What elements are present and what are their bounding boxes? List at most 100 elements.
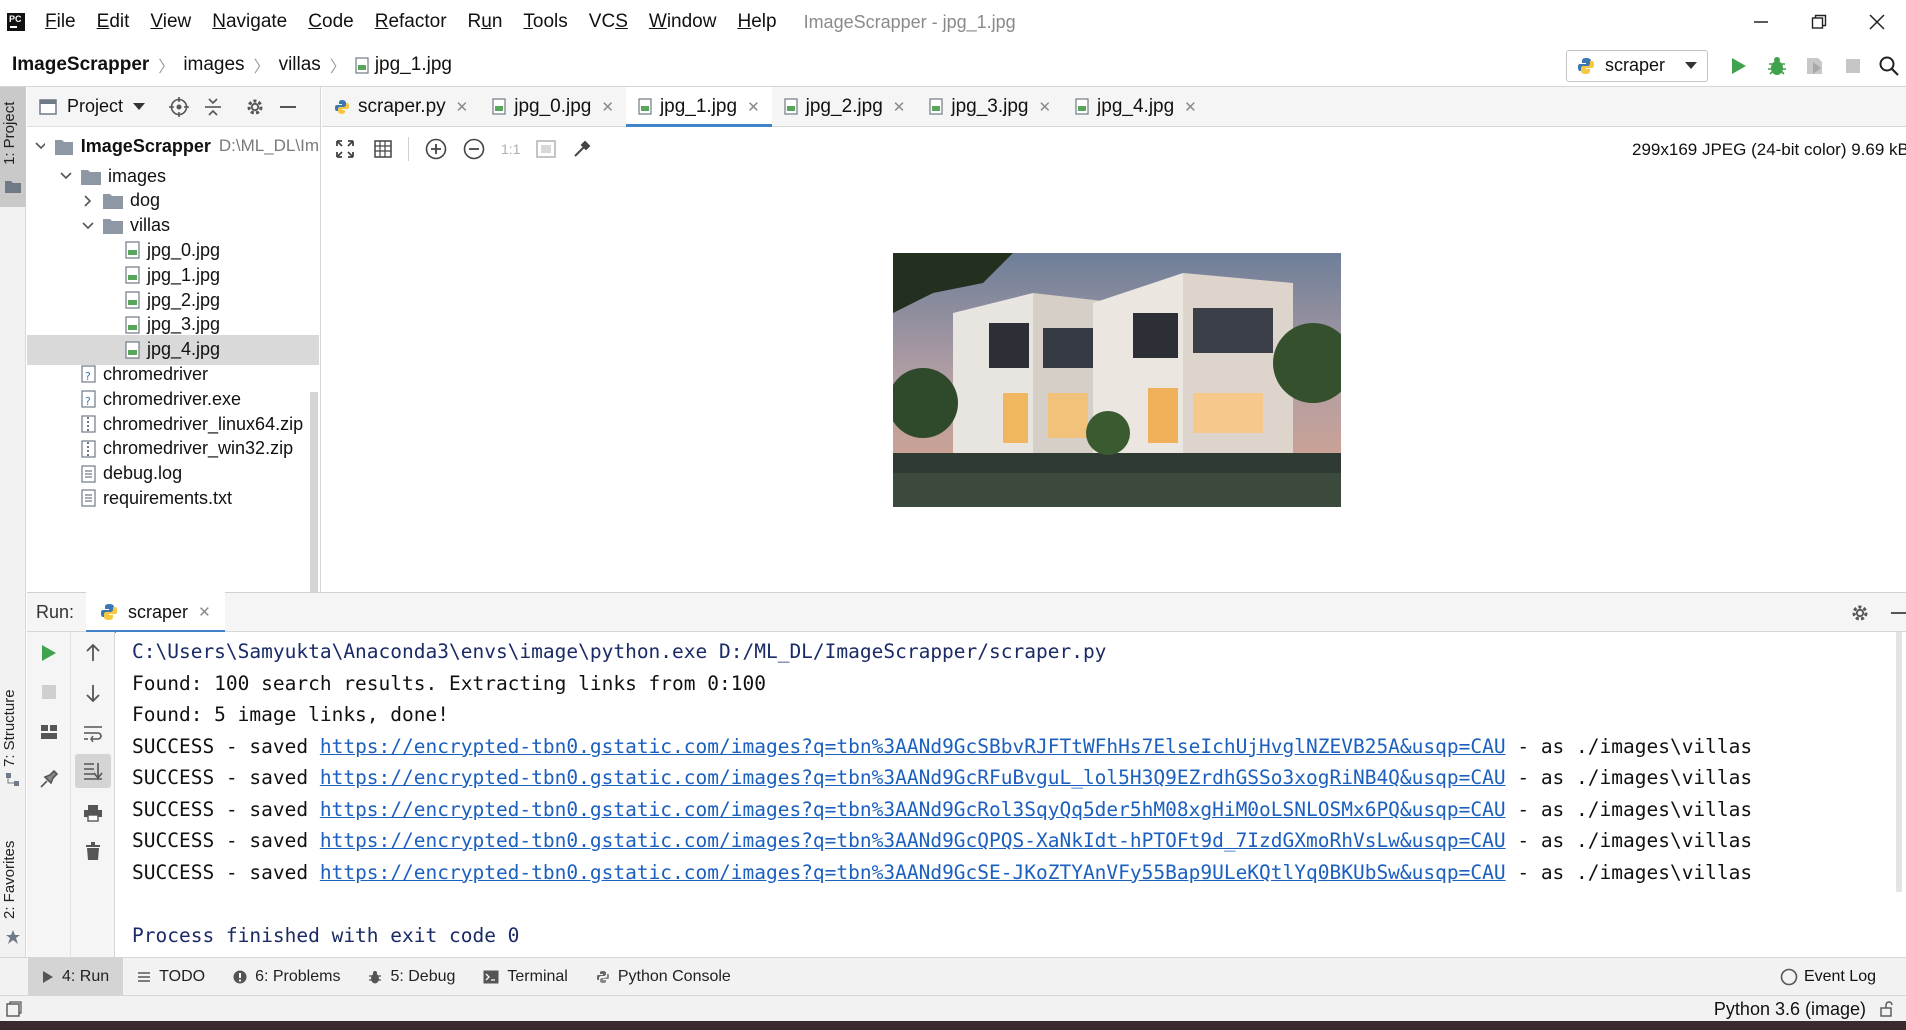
navigation-bar: ImageScrapper 〉 images 〉 villas 〉 jpg_1.… xyxy=(0,44,1906,87)
console-exit-line: Process finished with exit code 0 xyxy=(132,923,520,947)
scroll-to-end-toggle[interactable] xyxy=(75,754,111,788)
tree-item[interactable]: requirements.txt xyxy=(27,483,319,513)
coverage-button[interactable] xyxy=(1796,46,1834,86)
arrow-up-icon[interactable] xyxy=(85,644,101,662)
console-scrollbar[interactable] xyxy=(1896,632,1902,892)
tool-window-tab[interactable]: 6: Problems xyxy=(219,958,354,996)
editor-tab[interactable]: scraper.py ✕ xyxy=(322,87,480,127)
chevron-down-icon xyxy=(60,172,72,180)
saved-url-link[interactable]: https://encrypted-tbn0.gstatic.com/image… xyxy=(320,766,1506,789)
saved-url-link[interactable]: https://encrypted-tbn0.gstatic.com/image… xyxy=(320,861,1506,884)
hide-panel-icon[interactable] xyxy=(1890,604,1906,622)
menu-refactor[interactable]: Refactor xyxy=(375,11,447,33)
breadcrumb-images[interactable]: images xyxy=(183,54,244,76)
project-tool-window-tab[interactable]: 1: Project xyxy=(0,87,26,207)
trash-icon[interactable] xyxy=(85,842,101,860)
image-file-icon xyxy=(638,98,652,115)
print-icon[interactable] xyxy=(83,804,103,822)
close-icon[interactable]: ✕ xyxy=(747,98,760,116)
minimize-button[interactable] xyxy=(1732,0,1790,44)
fit-to-window-icon[interactable] xyxy=(336,140,354,158)
collapse-all-icon[interactable] xyxy=(203,97,223,117)
gear-icon[interactable] xyxy=(245,97,265,117)
favorites-tab-label: 2: Favorites xyxy=(1,840,18,919)
restore-button[interactable] xyxy=(1790,0,1848,44)
close-icon[interactable]: ✕ xyxy=(198,603,211,621)
rerun-icon[interactable] xyxy=(41,644,57,662)
tree-root[interactable]: ImageScrapper D:\ML_DL\Im xyxy=(27,131,319,161)
root-path: D:\ML_DL\Im xyxy=(218,136,319,155)
tool-window-tab[interactable]: TODO xyxy=(123,958,219,996)
close-window-button[interactable] xyxy=(1848,0,1906,44)
vertical-scrollbar[interactable] xyxy=(310,392,318,592)
actual-size-button[interactable]: 1:1 xyxy=(501,141,520,157)
menu-navigate[interactable]: Navigate xyxy=(212,11,287,33)
background-icon[interactable] xyxy=(536,140,557,158)
breadcrumb-villas[interactable]: villas xyxy=(279,54,321,76)
search-everywhere-button[interactable] xyxy=(1872,46,1906,86)
event-log-button[interactable]: Event Log xyxy=(1780,958,1876,996)
lock-icon[interactable] xyxy=(1880,1001,1896,1017)
editor-tab[interactable]: jpg_3.jpg ✕ xyxy=(917,87,1063,127)
close-icon[interactable]: ✕ xyxy=(456,98,469,116)
menu-file[interactable]: File xyxy=(45,11,76,33)
structure-tool-window-tab[interactable]: 7: Structure xyxy=(0,667,26,797)
run-toolbar-secondary xyxy=(71,632,115,957)
menu-edit[interactable]: Edit xyxy=(97,11,130,33)
arrow-down-icon[interactable] xyxy=(85,684,101,702)
stop-icon[interactable] xyxy=(41,684,57,700)
close-icon[interactable]: ✕ xyxy=(893,98,906,116)
close-icon[interactable]: ✕ xyxy=(601,98,614,116)
tool-window-tab[interactable]: Python Console xyxy=(582,958,745,996)
layout-icon[interactable] xyxy=(40,724,58,740)
breadcrumb-file[interactable]: jpg_1.jpg xyxy=(375,54,452,76)
favorites-tool-window-tab[interactable]: 2: Favorites xyxy=(0,827,26,957)
tree-item-label: images xyxy=(108,165,167,186)
project-view-selector[interactable]: Project xyxy=(39,96,146,117)
breadcrumb-project[interactable]: ImageScrapper xyxy=(12,54,149,76)
hide-panel-icon[interactable] xyxy=(279,98,297,116)
editor-tab[interactable]: jpg_4.jpg ✕ xyxy=(1063,87,1209,127)
debug-button[interactable] xyxy=(1758,46,1796,86)
locate-icon[interactable] xyxy=(169,96,190,117)
editor-tab[interactable]: jpg_0.jpg ✕ xyxy=(480,87,626,127)
zoom-out-icon[interactable] xyxy=(463,138,485,160)
menu-tools[interactable]: Tools xyxy=(523,11,567,33)
grid-icon[interactable] xyxy=(374,140,392,158)
menu-vcs[interactable]: VCS xyxy=(589,11,628,33)
tool-window-tab[interactable]: Terminal xyxy=(469,958,581,996)
saved-url-link[interactable]: https://encrypted-tbn0.gstatic.com/image… xyxy=(320,735,1506,758)
menu-view[interactable]: View xyxy=(150,11,191,33)
color-picker-icon[interactable] xyxy=(572,139,592,159)
breadcrumb: ImageScrapper 〉 images 〉 villas 〉 jpg_1.… xyxy=(12,53,452,77)
saved-url-link[interactable]: https://encrypted-tbn0.gstatic.com/image… xyxy=(320,829,1506,852)
title-bar: PC File Edit View Navigate Code Refactor Run To… xyxy=(0,0,1906,44)
close-icon[interactable]: ✕ xyxy=(1038,98,1051,116)
stop-icon xyxy=(1846,58,1860,73)
interpreter-status[interactable]: Python 3.6 (image) xyxy=(1714,999,1866,1020)
run-config-dropdown[interactable]: scraper xyxy=(1566,49,1708,82)
console-success-line: SUCCESS - saved https://encrypted-tbn0.g… xyxy=(132,762,1906,794)
run-panel-header: Run: scraper ✕ xyxy=(27,592,1906,633)
saved-url-link[interactable]: https://encrypted-tbn0.gstatic.com/image… xyxy=(320,798,1506,821)
close-icon[interactable]: ✕ xyxy=(1184,98,1197,116)
menu-code[interactable]: Code xyxy=(308,11,353,33)
run-button[interactable] xyxy=(1720,46,1758,86)
run-tab-scraper[interactable]: scraper ✕ xyxy=(86,592,225,633)
gear-icon[interactable] xyxy=(1850,603,1870,623)
tool-window-tab[interactable]: 5: Debug xyxy=(354,958,469,996)
tool-window-tab[interactable]: 4: Run xyxy=(28,957,124,996)
zoom-in-icon[interactable] xyxy=(425,138,447,160)
menu-run[interactable]: Run xyxy=(468,11,503,33)
run-console[interactable]: C:\Users\Samyukta\Anaconda3\envs\image\p… xyxy=(116,632,1906,957)
menu-help[interactable]: Help xyxy=(737,11,776,33)
stop-button[interactable] xyxy=(1834,46,1872,86)
editor-tab[interactable]: jpg_1.jpg ✕ xyxy=(625,86,772,128)
editor-tab[interactable]: jpg_2.jpg ✕ xyxy=(772,87,918,127)
toggle-tool-windows-icon[interactable] xyxy=(6,1000,22,1017)
pin-icon[interactable] xyxy=(40,770,58,788)
tree-item-label: jpg_4.jpg xyxy=(147,339,221,360)
soft-wrap-icon[interactable] xyxy=(83,724,103,742)
menu-window[interactable]: Window xyxy=(649,11,717,33)
console-command: C:\Users\Samyukta\Anaconda3\envs\image\p… xyxy=(132,640,1107,663)
